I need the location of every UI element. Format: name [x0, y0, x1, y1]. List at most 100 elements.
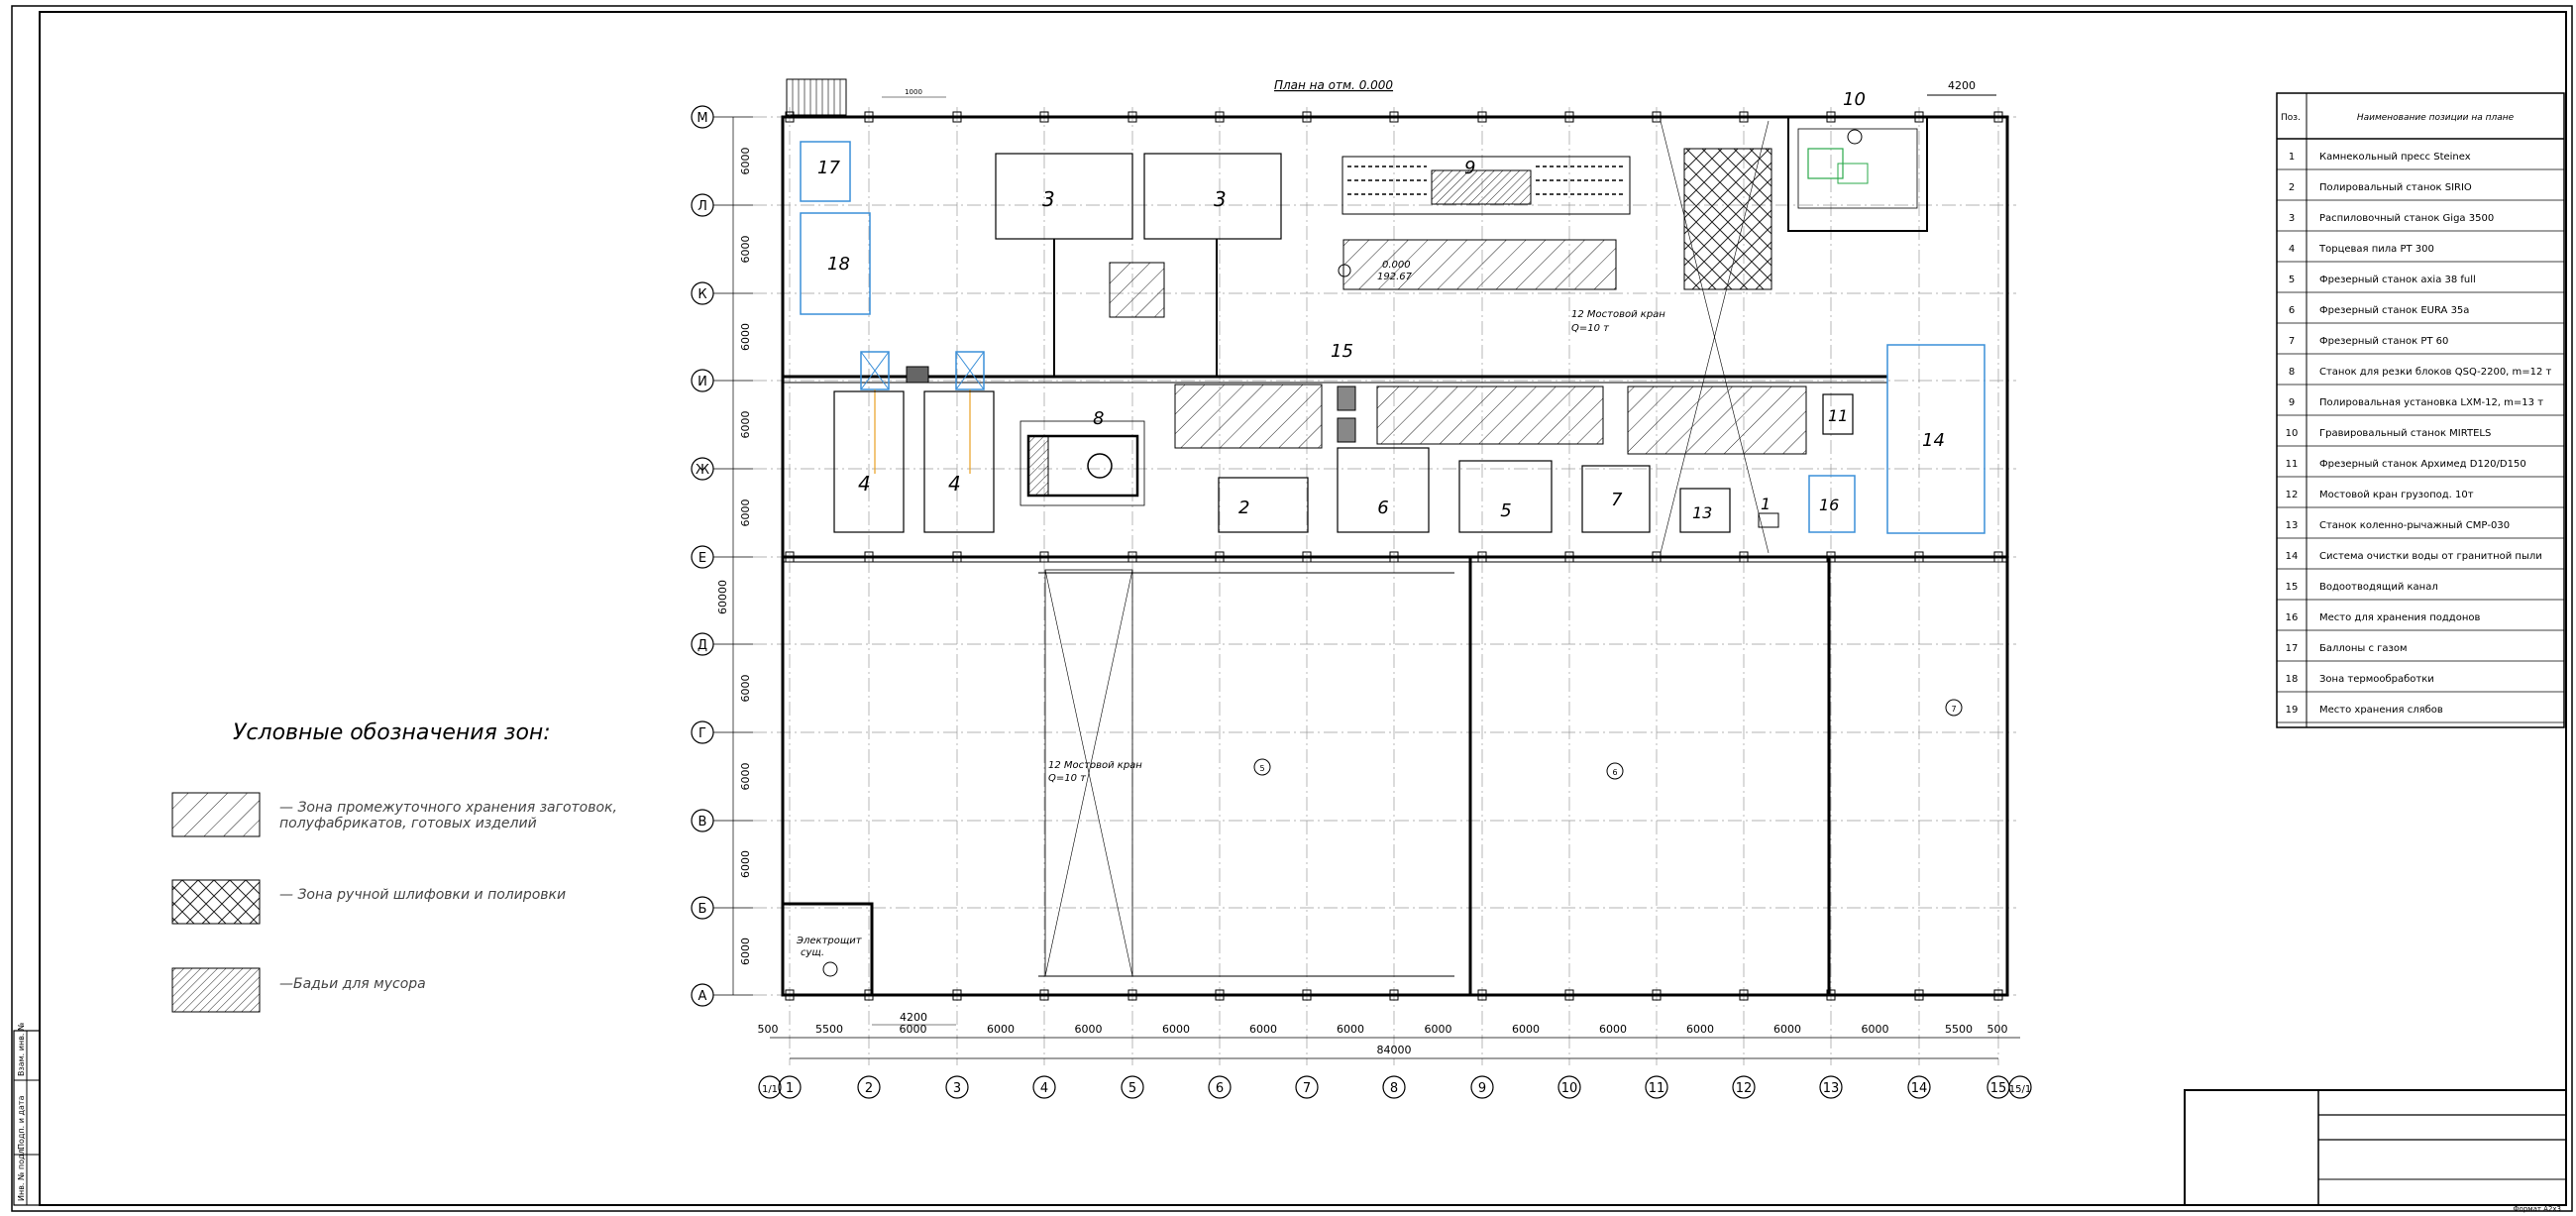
col-axis-10: 9 — [1470, 1075, 1494, 1099]
col-axis-15: 14 — [1907, 1075, 1931, 1099]
col-axis-label: 11 — [1649, 1081, 1665, 1096]
col-axis-11: 10 — [1557, 1075, 1581, 1099]
col-axis-2: 1 — [778, 1075, 802, 1099]
table-cell-name: Место для хранения поддонов — [2319, 612, 2480, 623]
table-cell-name: Фрезерный станок PT 60 — [2319, 336, 2448, 347]
col-dim: 500 — [1987, 1023, 2008, 1036]
row-axis-label: Г — [698, 726, 706, 741]
zone-label: 6 — [1377, 497, 1388, 518]
col-axis-label: 14 — [1911, 1081, 1928, 1096]
stamp-side-1: Инв. № подл. — [17, 1147, 26, 1201]
table-row: 18 Зона термообработки — [2277, 674, 2564, 693]
table-cell-pos: 19 — [2286, 705, 2299, 716]
row-axis-7: Д — [691, 632, 753, 656]
row-axis-label: М — [697, 111, 707, 126]
zone-label: 17 — [817, 158, 840, 178]
zone-14: 14 — [1886, 344, 1986, 534]
row-axis-label: Ж — [696, 463, 709, 478]
table-header-name: Наименование позиции на плане — [2357, 113, 2515, 123]
drain-channel — [1337, 386, 1356, 411]
row-dim: 6000 — [739, 323, 752, 351]
total-dim: 84000 — [1377, 1044, 1412, 1056]
zone-7: 7 — [1581, 465, 1651, 533]
table-cell-pos: 18 — [2286, 674, 2299, 685]
row-axis-10: Б — [691, 896, 753, 920]
side-stamp: Инв. № подл. Подп. и дата Взам. инв. № — [13, 1022, 41, 1206]
crane-load-bottom: Q=10 т — [1048, 773, 1087, 784]
legend-item-1: — Зона промежуточного хранения заготовок… — [279, 800, 617, 816]
row-dim: 6000 — [739, 236, 752, 264]
table-cell-name: Баллоны с газом — [2319, 643, 2408, 654]
zone-3b: 3 — [1143, 153, 1282, 240]
table-row: 13 Станок коленно-рычажный СМР-030 — [2277, 520, 2564, 539]
row-dim: 60000 — [716, 580, 729, 614]
table-row: 8 Станок для резки блоков QSQ-2200, m=12 … — [2277, 367, 2564, 386]
table-cell-name: Станок для резки блоков QSQ-2200, m=12 т — [2319, 367, 2552, 378]
table-row: 9 Полировальная установка LXM-12, m=13 т — [2277, 397, 2564, 416]
col-dim: 6000 — [1862, 1023, 1889, 1036]
plan-title: План на отм. 0.000 — [1274, 78, 1393, 92]
col-dim: 6000 — [987, 1023, 1015, 1036]
col-dim: 500 — [758, 1023, 779, 1036]
table-row: 15 Водоотводящий канал — [2277, 582, 2564, 601]
table-cell-name: Фрезерный станок EURA 35a — [2319, 305, 2469, 316]
col-axis-13: 12 — [1732, 1075, 1756, 1099]
row-dim: 6000 — [739, 850, 752, 878]
col-axis-label: 5 — [1128, 1081, 1136, 1096]
stamp-side-2: Подп. и дата — [17, 1095, 26, 1150]
col-axis-5: 4 — [1032, 1075, 1056, 1099]
table-cell-name: Фрезерный станок axia 38 full — [2319, 275, 2476, 285]
zone-4b: 4 — [923, 390, 995, 533]
inner-frame — [39, 11, 2567, 1206]
col-axis-label: 10 — [1561, 1081, 1578, 1096]
col-dim: 6000 — [1075, 1023, 1103, 1036]
zone-1: 1 — [1758, 495, 1779, 528]
row-axis-label: В — [698, 815, 707, 829]
table-row: 2 Полировальный станок SIRIO — [2277, 182, 2564, 201]
table-row: 7 Фрезерный станок PT 60 — [2277, 336, 2564, 355]
zone-3a: 3 — [995, 153, 1133, 240]
zone-label: 3 — [1042, 187, 1055, 211]
table-cell-name: Станок коленно-рычажный СМР-030 — [2319, 520, 2510, 531]
legend-item-2: — Зона ручной шлифовки и полировки — [279, 887, 566, 903]
table-row: 11 Фрезерный станок Архимед D120/D150 — [2277, 459, 2564, 478]
zone-18: 18 — [800, 212, 871, 315]
legend-item-1b: полуфабрикатов, готовых изделий — [279, 816, 537, 831]
col-axis-label: 6 — [1216, 1081, 1224, 1096]
table-cell-name: Полировальный станок SIRIO — [2319, 182, 2472, 193]
table-cell-pos: 10 — [2286, 428, 2299, 439]
zone-10: 10 — [1787, 89, 1928, 232]
zone-label: 10 — [1843, 89, 1866, 110]
row-axis-label: К — [698, 287, 706, 302]
col-dim: 6000 — [1512, 1023, 1540, 1036]
zone-label: 5 — [1500, 500, 1511, 521]
legend-swatch-trash — [171, 967, 261, 1013]
row-dim: 6000 — [739, 938, 752, 965]
legend: Условные обозначения зон: — Зона промежу… — [171, 720, 617, 1013]
zone-label: 1 — [1761, 495, 1771, 513]
table-cell-name: Фрезерный станок Архимед D120/D150 — [2319, 459, 2526, 470]
col-dim: 6000 — [1773, 1023, 1801, 1036]
zone-2: 2 — [1218, 477, 1309, 533]
table-row: 6 Фрезерный станок EURA 35a — [2277, 305, 2564, 324]
row-axis-3: К — [691, 281, 753, 305]
table-cell-name: Система очистки воды от гранитной пыли — [2319, 551, 2542, 562]
table-cell-pos: 12 — [2286, 490, 2299, 500]
col-dim: 6000 — [1162, 1023, 1190, 1036]
row-dim: 6000 — [739, 675, 752, 703]
col-dim: 6000 — [1599, 1023, 1627, 1036]
zone-circle-7: 7 — [1945, 699, 1963, 717]
zone-circle-label: 5 — [1259, 764, 1264, 773]
row-axis-1: М — [691, 105, 753, 129]
zone-label: 2 — [1238, 497, 1249, 518]
col-axis-1: 1/1 — [758, 1075, 782, 1099]
row-axis-label: Б — [698, 902, 707, 917]
storage-hatch-2 — [1376, 386, 1604, 445]
zone-circle-5: 5 — [1253, 758, 1271, 776]
table-cell-pos: 13 — [2286, 520, 2299, 531]
top-left-dim: 1000 — [905, 88, 922, 96]
trash-bin-zone — [1109, 262, 1165, 318]
col-axis-8: 7 — [1295, 1075, 1319, 1099]
zone-label: 16 — [1819, 496, 1839, 514]
zone-13: 13 — [1679, 488, 1731, 533]
